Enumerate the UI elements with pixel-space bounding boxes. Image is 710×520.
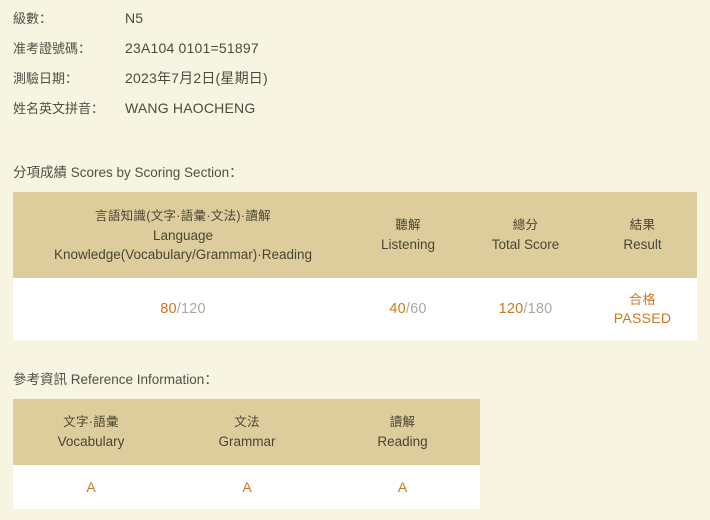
reference-table-value-row: A A A xyxy=(13,465,480,509)
scores-value-language-max: /120 xyxy=(176,301,206,317)
scores-value-result-cell: 合格 PASSED xyxy=(588,278,697,340)
info-label-registration-number: 准考證號碼： xyxy=(13,41,92,56)
scores-header-language-en-line2: Knowledge(Vocabulary/Grammar)·Reading xyxy=(53,246,313,262)
scores-header-language-en-line1: Language xyxy=(152,227,214,243)
scores-value-listening-max: /60 xyxy=(405,301,427,317)
scores-header-total: 總分 Total Score xyxy=(463,192,588,278)
reference-header-grammar-en: Grammar xyxy=(218,434,276,449)
reference-header-reading: 讀解 Reading xyxy=(325,399,480,465)
scores-value-total-max: /180 xyxy=(523,301,553,317)
reference-header-vocabulary: 文字·語彙 Vocabulary xyxy=(13,399,169,465)
info-value-registration-number: 23A104 0101=51897 xyxy=(125,40,259,56)
scores-header-listening-en: Listening xyxy=(380,237,436,252)
scores-table-header-row: 言語知識(文字·語彙·文法)·讀解 Language Knowledge(Voc… xyxy=(13,192,697,278)
reference-table-header-row: 文字·語彙 Vocabulary 文法 Grammar 讀解 Reading xyxy=(13,399,480,465)
info-row-level: 級數： N5 xyxy=(13,8,573,38)
scores-value-total: 120/180 xyxy=(499,301,553,317)
info-row-name-romanized: 姓名英文拼音： WANG HAOCHENG xyxy=(13,98,573,128)
reference-header-vocabulary-cjk: 文字·語彙 xyxy=(63,415,119,429)
scores-value-listening-cell: 40/60 xyxy=(353,278,463,340)
reference-header-reading-en: Reading xyxy=(377,434,428,449)
scores-header-result-en: Result xyxy=(623,237,662,252)
info-value-test-date: 2023年7月2日(星期日) xyxy=(125,70,268,86)
info-value-name-romanized: WANG HAOCHENG xyxy=(125,100,256,116)
scores-header-result: 結果 Result xyxy=(588,192,697,278)
candidate-info-block: 級數： N5 准考證號碼： 23A104 0101=51897 測驗日期： 20… xyxy=(13,8,573,128)
reference-section-caption: 參考資訊 Reference Information： xyxy=(13,372,218,387)
scores-value-total-number: 120 xyxy=(498,301,524,317)
scores-value-listening-number: 40 xyxy=(389,301,406,317)
scores-value-total-cell: 120/180 xyxy=(463,278,588,340)
reference-table: 文字·語彙 Vocabulary 文法 Grammar 讀解 Reading A xyxy=(13,399,480,509)
status-badge-cjk: 合格 xyxy=(628,292,656,307)
reference-header-grammar: 文法 Grammar xyxy=(169,399,325,465)
scores-section-caption: 分項成績 Scores by Scoring Section： xyxy=(13,165,243,180)
reference-header-vocabulary-en: Vocabulary xyxy=(57,434,125,449)
score-report-page: 級數： N5 准考證號碼： 23A104 0101=51897 測驗日期： 20… xyxy=(0,0,710,520)
info-row-test-date: 測驗日期： 2023年7月2日(星期日) xyxy=(13,68,573,98)
scores-value-language: 80/120 xyxy=(160,301,206,317)
scores-value-listening: 40/60 xyxy=(389,301,426,317)
scores-header-language: 言語知識(文字·語彙·文法)·讀解 Language Knowledge(Voc… xyxy=(13,192,353,278)
scores-header-listening-cjk: 聽解 xyxy=(395,218,421,232)
scores-value-language-number: 80 xyxy=(160,301,177,317)
reference-grade-vocabulary: A xyxy=(86,478,96,495)
reference-grade-reading: A xyxy=(397,478,408,495)
reference-header-grammar-cjk: 文法 xyxy=(234,415,260,429)
reference-header-reading-cjk: 讀解 xyxy=(389,415,416,429)
scores-value-language-cell: 80/120 xyxy=(13,278,353,340)
scores-header-language-cjk: 言語知識(文字·語彙·文法)·讀解 xyxy=(95,208,271,223)
info-label-level: 級數： xyxy=(13,11,53,26)
info-row-registration-number: 准考證號碼： 23A104 0101=51897 xyxy=(13,38,573,68)
scores-header-total-cjk: 總分 xyxy=(512,218,539,232)
scores-header-listening: 聽解 Listening xyxy=(353,192,463,278)
status-badge-en: PASSED xyxy=(613,310,672,326)
reference-value-vocabulary-cell: A xyxy=(13,465,169,509)
scores-table: 言語知識(文字·語彙·文法)·讀解 Language Knowledge(Voc… xyxy=(13,192,697,340)
reference-grade-grammar: A xyxy=(242,478,252,495)
scores-table-value-row: 80/120 40/60 120/180 合格 PASSED xyxy=(13,278,697,340)
reference-value-reading-cell: A xyxy=(325,465,480,509)
info-label-name-romanized: 姓名英文拼音： xyxy=(13,101,105,116)
info-label-test-date: 測驗日期： xyxy=(13,71,79,86)
reference-value-grammar-cell: A xyxy=(169,465,325,509)
scores-header-total-en: Total Score xyxy=(491,237,560,252)
info-value-level: N5 xyxy=(125,10,144,26)
scores-header-result-cjk: 結果 xyxy=(629,218,656,232)
